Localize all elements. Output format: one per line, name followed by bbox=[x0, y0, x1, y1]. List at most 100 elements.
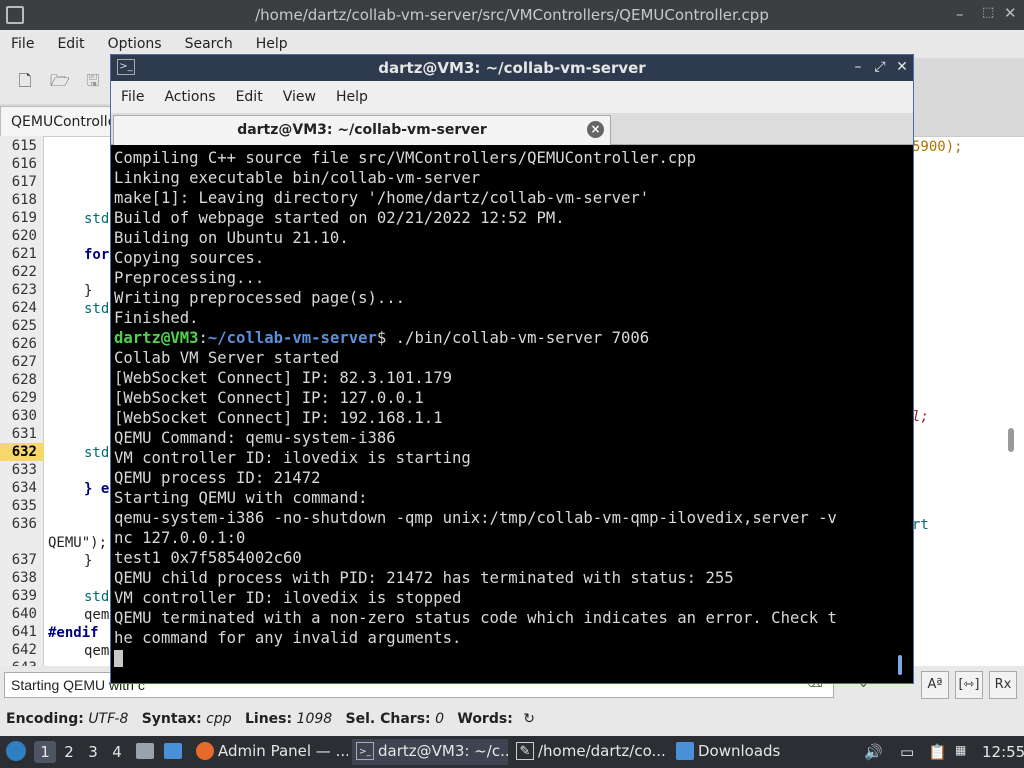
words-label: Words: bbox=[457, 711, 513, 727]
line-number: 622 bbox=[11, 264, 37, 280]
line-number: 629 bbox=[11, 390, 37, 406]
notifications-icon[interactable]: ▦ bbox=[955, 743, 966, 757]
line-number: 642 bbox=[11, 642, 37, 658]
start-menu-icon[interactable] bbox=[6, 741, 26, 761]
task-label: Downloads bbox=[698, 742, 781, 760]
workspace-3[interactable]: 3 bbox=[82, 741, 104, 763]
editor-menu-options[interactable]: Options bbox=[97, 30, 174, 52]
terminal-menu-help[interactable]: Help bbox=[326, 81, 378, 105]
editor-menu-help[interactable]: Help bbox=[245, 30, 300, 52]
editor-tab-file[interactable]: QEMUController.cpp bbox=[0, 106, 112, 136]
code-fragment: l; bbox=[912, 409, 929, 425]
editor-menu-file[interactable]: File bbox=[0, 30, 46, 52]
code-fragment: qem bbox=[84, 607, 110, 623]
editor-title-bar: /home/dartz/collab-vm-server/src/VMContr… bbox=[0, 0, 1024, 30]
code-fragment: QEMU"); bbox=[48, 535, 108, 551]
firefox-icon bbox=[196, 742, 214, 760]
task-editor[interactable]: ✎/home/dartz/co... bbox=[512, 739, 668, 765]
line-number: 620 bbox=[11, 228, 37, 244]
new-file-icon[interactable]: 🗋 bbox=[16, 72, 34, 90]
terminal-menu-actions[interactable]: Actions bbox=[154, 81, 225, 105]
file-manager-launcher-icon[interactable] bbox=[136, 743, 154, 759]
editor-menu-edit[interactable]: Edit bbox=[46, 30, 96, 52]
tab-close-icon[interactable]: × bbox=[587, 121, 604, 138]
clock: 12:55 bbox=[982, 743, 1024, 761]
editor-toolbar: 🗋 🗁 🖫 bbox=[0, 58, 110, 104]
code-fragment: std bbox=[84, 445, 110, 461]
terminal-line: Writing preprocessed page(s)... bbox=[114, 289, 406, 307]
code-fragment: } e bbox=[84, 481, 110, 497]
line-number: 630 bbox=[11, 408, 37, 424]
terminal-line: VM controller ID: ilovedix is stopped bbox=[114, 589, 462, 607]
code-fragment: } bbox=[84, 283, 93, 299]
terminal-tab-label: dartz@VM3: ~/collab-vm-server bbox=[237, 122, 487, 138]
syntax-label: Syntax: bbox=[141, 711, 202, 727]
terminal-line: QEMU process ID: 21472 bbox=[114, 469, 321, 487]
open-folder-icon[interactable]: 🗁 bbox=[50, 72, 70, 90]
prompt-command: $ ./bin/collab-vm-server 7006 bbox=[376, 329, 650, 347]
volume-icon[interactable]: 🔊 bbox=[864, 743, 883, 761]
editor-status-bar: Encoding: UTF-8 Syntax: cpp Lines: 1098 … bbox=[0, 706, 1024, 736]
line-number: 623 bbox=[11, 282, 37, 298]
terminal-line: [WebSocket Connect] IP: 192.168.1.1 bbox=[114, 409, 443, 427]
terminal-menu-edit[interactable]: Edit bbox=[226, 81, 273, 105]
taskbar: 1 2 3 4 Admin Panel — ... >_ dartz@VM3: ~… bbox=[0, 736, 1024, 768]
terminal-output[interactable]: Compiling C++ source file src/VMControll… bbox=[111, 145, 913, 683]
refresh-words-icon[interactable]: ↻ bbox=[523, 711, 535, 727]
task-firefox[interactable]: Admin Panel — ... bbox=[192, 739, 348, 765]
task-label: /home/dartz/co... bbox=[538, 742, 666, 760]
line-number: 636 bbox=[11, 516, 37, 532]
line-number: 615 bbox=[11, 138, 37, 154]
task-terminal[interactable]: >_ dartz@VM3: ~/c... bbox=[352, 739, 508, 765]
line-number: 638 bbox=[11, 570, 37, 586]
editor-minimize-icon[interactable]: – bbox=[956, 5, 964, 23]
editor-close-icon[interactable]: ✕ bbox=[1004, 4, 1017, 22]
whole-word-toggle[interactable]: [⇿] bbox=[955, 671, 983, 699]
terminal-line: qemu-system-i386 -no-shutdown -qmp unix:… bbox=[114, 509, 837, 527]
regex-toggle[interactable]: Rx bbox=[989, 671, 1017, 699]
terminal-maximize-icon[interactable]: ⤢ bbox=[871, 58, 889, 76]
terminal-line: Copying sources. bbox=[114, 249, 265, 267]
task-downloads[interactable]: Downloads bbox=[672, 739, 792, 765]
editor-maximize-icon[interactable]: ⬚ bbox=[982, 5, 994, 20]
terminal-menu-file[interactable]: File bbox=[111, 81, 154, 105]
terminal-line: QEMU child process with PID: 21472 has t… bbox=[114, 569, 734, 587]
terminal-line: VM controller ID: ilovedix is starting bbox=[114, 449, 471, 467]
workspace-4[interactable]: 4 bbox=[106, 741, 128, 763]
folder-icon bbox=[676, 742, 694, 760]
terminal-line: Collab VM Server started bbox=[114, 349, 340, 367]
terminal-line: [WebSocket Connect] IP: 82.3.101.179 bbox=[114, 369, 452, 387]
terminal-title-bar: >_ dartz@VM3: ~/collab-vm-server – ⤢ ✕ bbox=[111, 55, 913, 81]
line-number: 617 bbox=[11, 174, 37, 190]
editor-window-title: /home/dartz/collab-vm-server/src/VMContr… bbox=[255, 6, 769, 24]
line-number-gutter: 615 616 617 618 619 620 621 622 623 624 625 626 627 6… bbox=[0, 136, 44, 676]
save-icon[interactable]: 🖫 bbox=[84, 72, 102, 90]
terminal-close-icon[interactable]: ✕ bbox=[893, 58, 911, 76]
encoding-label: Encoding: bbox=[6, 711, 84, 727]
clipboard-icon[interactable]: 📋 bbox=[928, 743, 947, 761]
network-icon[interactable]: ▭ bbox=[900, 743, 914, 761]
match-case-toggle[interactable]: Aª bbox=[921, 671, 949, 699]
terminal-tab[interactable]: dartz@VM3: ~/collab-vm-server × bbox=[113, 115, 611, 145]
line-number: 627 bbox=[11, 354, 37, 370]
code-fragment: } bbox=[84, 553, 93, 569]
terminal-minimize-icon[interactable]: – bbox=[849, 58, 867, 76]
code-fragment: #endif bbox=[48, 625, 99, 641]
code-fragment: 5900); bbox=[912, 139, 963, 155]
terminal-lines-before: Compiling C++ source file src/VMControll… bbox=[114, 148, 913, 328]
terminal-scrollbar[interactable] bbox=[898, 655, 902, 675]
line-number: 635 bbox=[11, 498, 37, 514]
syntax-value: cpp bbox=[206, 711, 232, 727]
editor-menu-search[interactable]: Search bbox=[174, 30, 245, 52]
terminal-icon: >_ bbox=[356, 742, 374, 760]
show-desktop-icon[interactable] bbox=[164, 743, 182, 759]
workspace-1[interactable]: 1 bbox=[34, 741, 56, 763]
workspace-2[interactable]: 2 bbox=[58, 741, 80, 763]
line-number: 640 bbox=[11, 606, 37, 622]
terminal-line: QEMU Command: qemu-system-i386 bbox=[114, 429, 396, 447]
terminal-cursor bbox=[114, 650, 123, 667]
terminal-menubar: File Actions Edit View Help bbox=[111, 81, 913, 113]
terminal-menu-view[interactable]: View bbox=[273, 81, 326, 105]
line-number: 625 bbox=[11, 318, 37, 334]
editor-scrollbar[interactable] bbox=[1008, 428, 1014, 452]
